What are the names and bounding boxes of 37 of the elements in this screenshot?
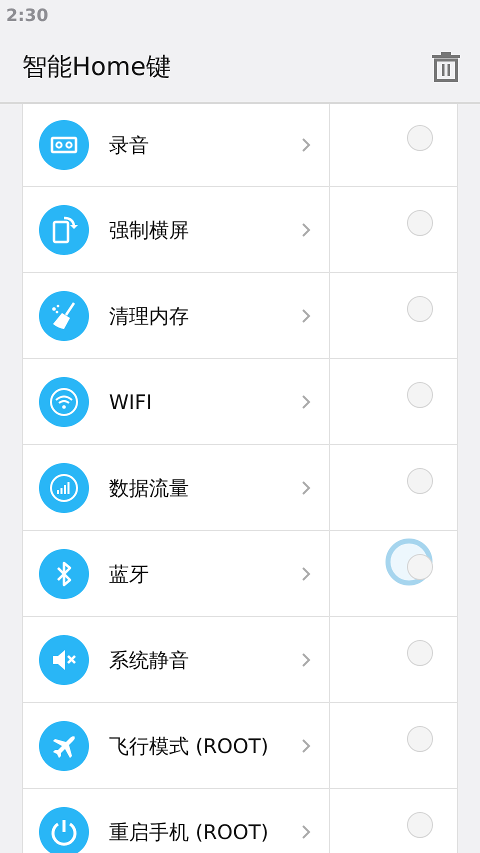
item-label[interactable]: 系统静音 [109,644,301,674]
item-label[interactable]: 飞行模式 (ROOT) [109,730,301,760]
delete-icon[interactable] [432,52,460,82]
item-label[interactable]: WIFI [109,386,301,416]
chevron-icon[interactable] [301,652,311,668]
item-label[interactable]: 清理内存 [109,300,301,330]
radio-button[interactable] [407,125,433,151]
radio-button[interactable] [407,726,433,752]
recorder-icon [39,120,89,170]
item-label[interactable]: 重启手机 (ROOT) [109,816,301,846]
chevron-icon[interactable] [301,480,311,496]
chevron-icon[interactable] [301,566,311,582]
radio-button[interactable] [407,812,433,838]
wifi-icon [39,376,89,426]
radio-button[interactable] [407,210,433,236]
status-time: 2:30 [6,6,48,26]
item-label[interactable]: 数据流量 [109,472,301,502]
airplane-icon [39,720,89,770]
item-label[interactable]: 蓝牙 [109,558,301,588]
chevron-icon[interactable] [301,308,311,324]
radio-button[interactable] [407,296,433,322]
signal-bars-icon [39,462,89,512]
chevron-icon[interactable] [301,137,311,153]
bluetooth-icon [39,548,89,598]
app-title: 智能Home键 [22,52,171,82]
item-label[interactable]: 强制横屏 [109,214,301,244]
chevron-icon[interactable] [301,824,311,840]
chevron-icon[interactable] [301,394,311,410]
chevron-icon[interactable] [301,222,311,238]
item-label[interactable]: 录音 [109,130,301,160]
radio-button[interactable] [407,382,433,408]
radio-button[interactable] [407,468,433,494]
mute-icon [39,634,89,684]
broom-icon [39,290,89,340]
rotate-screen-icon [39,204,89,254]
radio-button[interactable] [407,640,433,666]
chevron-icon[interactable] [301,738,311,754]
